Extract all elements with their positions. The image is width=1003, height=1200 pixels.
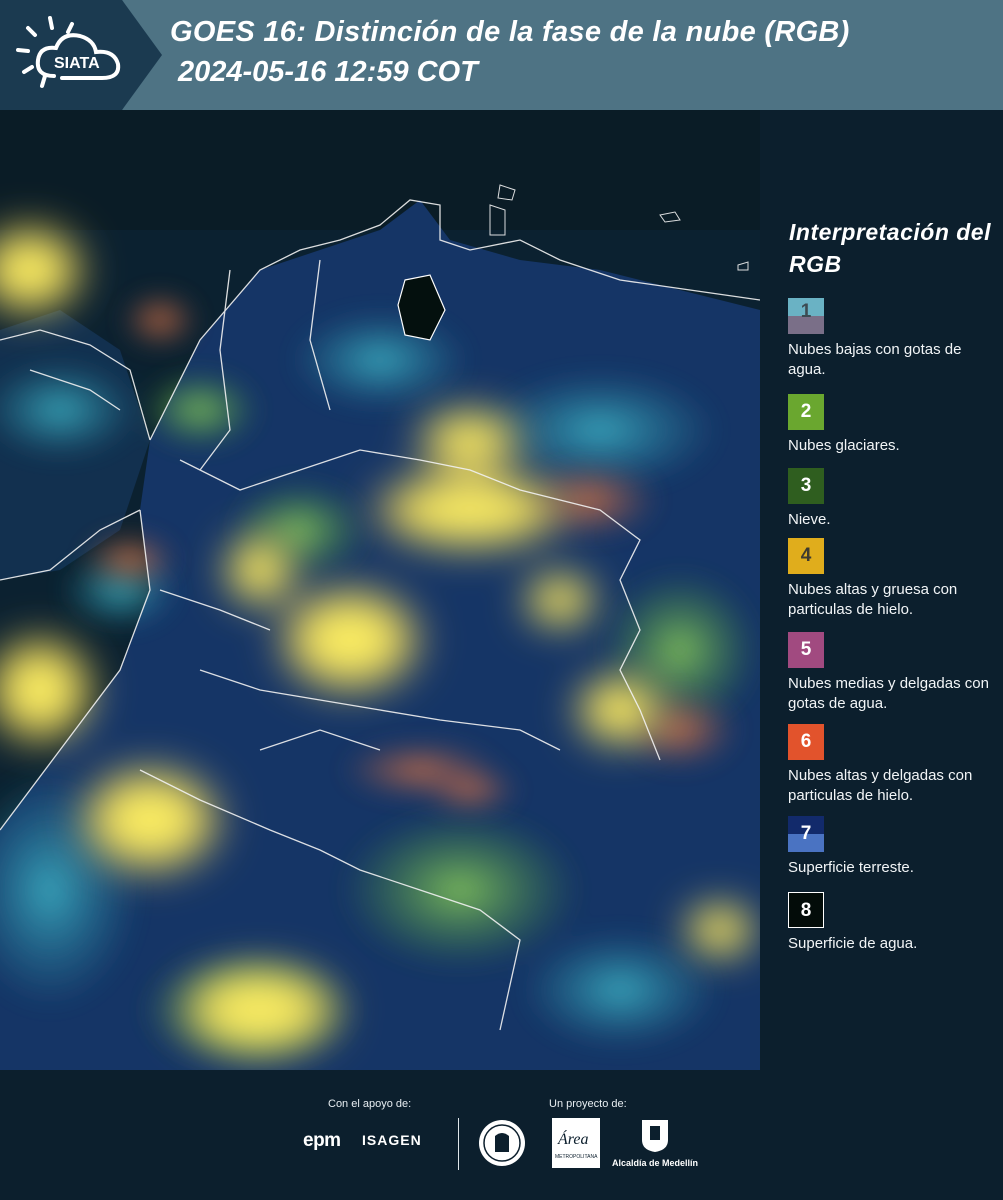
legend-swatch-6: 6 bbox=[788, 724, 824, 760]
legend-number-7: 7 bbox=[800, 823, 812, 844]
legend-label-3: Nieve. bbox=[788, 511, 831, 528]
legend-item-4: 4 Nubes altas y gruesa con particulas de… bbox=[788, 538, 998, 620]
siata-logo-icon: SIATA bbox=[16, 16, 121, 88]
project-label: Un proyecto de: bbox=[549, 1098, 627, 1110]
legend-swatch-1: 1 bbox=[788, 298, 824, 334]
legend-label-6: Nubes altas y delgadas con particulas de… bbox=[788, 767, 973, 804]
legend-swatch-8: 8 bbox=[788, 892, 824, 928]
legend-number-8: 8 bbox=[800, 900, 812, 921]
legend-number-1: 1 bbox=[800, 301, 812, 322]
legend-swatch-2: 2 bbox=[788, 394, 824, 430]
support-label: Con el apoyo de: bbox=[328, 1098, 412, 1110]
legend-item-5: 5 Nubes medias y delgadas con gotas de a… bbox=[788, 632, 998, 714]
legend-swatch-5: 5 bbox=[788, 632, 824, 668]
legend-item-8: 8 Superficie de agua. bbox=[788, 892, 998, 954]
legend-label-2: Nubes glaciares. bbox=[788, 437, 900, 454]
epm-logo: epm bbox=[303, 1130, 341, 1151]
area-metropolitana-logo: Área METROPOLITANA bbox=[552, 1118, 600, 1168]
legend-label-4: Nubes altas y gruesa con particulas de h… bbox=[788, 581, 958, 618]
legend-item-1: 1 Nubes bajas con gotas de agua. bbox=[788, 298, 998, 380]
isagen-logo: ISAGEN bbox=[362, 1132, 422, 1148]
legend-number-3: 3 bbox=[800, 475, 812, 496]
footer: Con el apoyo de: Un proyecto de: epm ISA… bbox=[0, 1070, 1003, 1200]
legend-label-1: Nubes bajas con gotas de agua. bbox=[788, 341, 962, 378]
area-logo-name: Área bbox=[557, 1129, 589, 1148]
legend-title: Interpretación del RGB bbox=[789, 219, 991, 277]
legend-label-8: Superficie de agua. bbox=[788, 935, 918, 952]
alcaldia-text: Alcaldía de Medellín bbox=[612, 1158, 699, 1168]
legend-panel: Interpretación del RGB 1 Nubes bajas con… bbox=[760, 110, 1003, 1070]
legend-label-7: Superficie terreste. bbox=[788, 859, 914, 876]
legend-number-4: 4 bbox=[800, 545, 812, 566]
legend-item-6: 6 Nubes altas y delgadas con particulas … bbox=[788, 724, 998, 806]
legend-label-5: Nubes medias y delgadas con gotas de agu… bbox=[788, 675, 989, 712]
header: SIATA GOES 16: Distinción de la fase de … bbox=[0, 0, 1003, 110]
timestamp: 2024-05-16 12:59 COT bbox=[178, 56, 478, 88]
logo-text: SIATA bbox=[54, 55, 100, 72]
legend-number-5: 5 bbox=[800, 639, 812, 660]
legend-number-6: 6 bbox=[800, 731, 812, 752]
legend-item-7: 7 Superficie terreste. bbox=[788, 816, 998, 878]
satellite-map bbox=[0, 110, 760, 1070]
alcaldia-shield-icon bbox=[642, 1120, 668, 1152]
legend-item-3: 3 Nieve. bbox=[788, 468, 998, 530]
footer-divider bbox=[458, 1118, 459, 1170]
legend-item-2: 2 Nubes glaciares. bbox=[788, 394, 998, 456]
legend-number-2: 2 bbox=[800, 401, 812, 422]
seal-icon bbox=[479, 1120, 525, 1166]
legend-swatch-7: 7 bbox=[788, 816, 824, 852]
legend-swatch-4: 4 bbox=[788, 538, 824, 574]
page-title: GOES 16: Distinción de la fase de la nub… bbox=[170, 16, 850, 48]
legend-swatch-3: 3 bbox=[788, 468, 824, 504]
area-logo-sub: METROPOLITANA bbox=[555, 1154, 598, 1160]
satellite-image bbox=[0, 110, 760, 1070]
